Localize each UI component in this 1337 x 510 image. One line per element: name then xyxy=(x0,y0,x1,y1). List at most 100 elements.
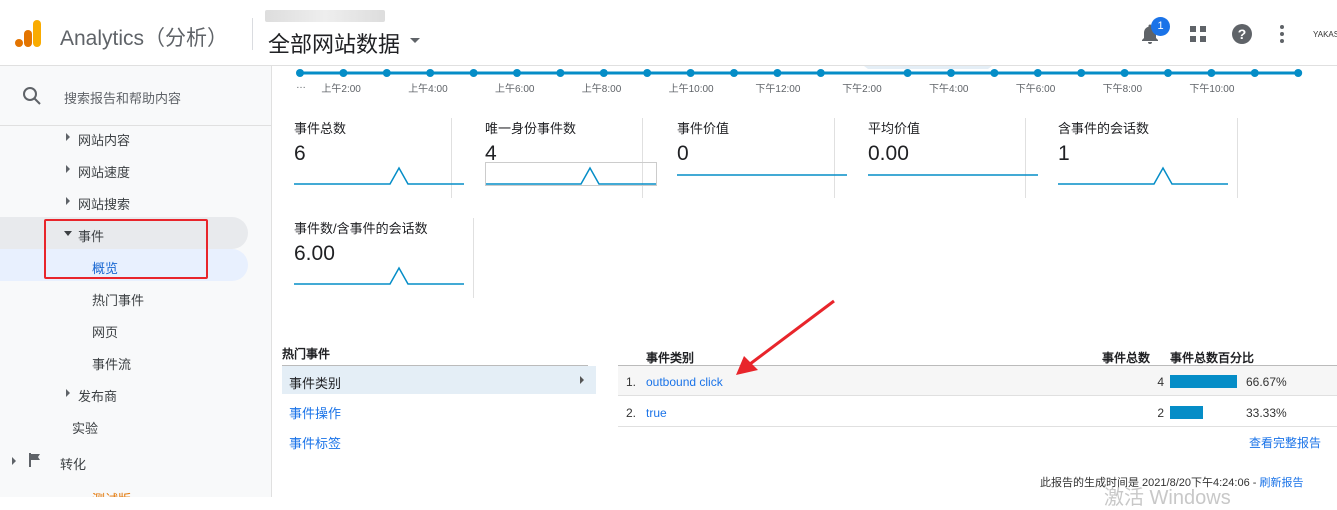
metric-total-events[interactable]: 事件总数 6 xyxy=(272,118,464,198)
sidebar-item-label: 网站速度 xyxy=(78,165,131,180)
row-number: 2. xyxy=(626,406,637,420)
timeline-tick-label: 下午10:00 xyxy=(1189,84,1235,95)
tab-label: 事件类别 xyxy=(289,376,342,391)
sidebar-item-label: 实验 xyxy=(72,421,99,436)
analytics-logo-icon xyxy=(15,20,41,47)
column-header-percent[interactable]: 事件总数百分比 xyxy=(1170,349,1254,366)
sidebar-search[interactable]: 搜索报告和帮助内容 xyxy=(0,66,271,126)
timeline-point[interactable] xyxy=(1250,69,1259,77)
refresh-report-link[interactable]: 刷新报告 xyxy=(1259,477,1303,489)
timeline-tick-label: 上午2:00 xyxy=(321,84,361,95)
timeline-point[interactable] xyxy=(730,69,738,77)
top-events-tab-action[interactable]: 事件操作 xyxy=(282,396,596,424)
view-full-report-link[interactable]: 查看完整报告 xyxy=(1249,434,1321,451)
metric-avg-value[interactable]: 平均价值 0.00 xyxy=(846,118,1038,198)
timeline-point[interactable] xyxy=(1120,69,1129,77)
timeline-point[interactable] xyxy=(556,69,565,77)
column-header-category[interactable]: 事件类别 xyxy=(646,349,694,366)
row-number: 1. xyxy=(626,375,637,389)
timeline-point[interactable] xyxy=(643,69,652,77)
timeline-point[interactable] xyxy=(1294,69,1303,77)
timeline-point[interactable] xyxy=(469,69,478,77)
sidebar-item-pages[interactable]: 网页 xyxy=(0,313,256,345)
main-content: … 上午2:00 上午4:00 上午6:00 上午8:00 上午10:00 下午12:00 下… xyxy=(272,66,1337,497)
generated-time: 此报告的生成时间是 2021/8/20下午4:24:06 - xyxy=(1040,477,1260,489)
account-name-blurred xyxy=(265,10,385,22)
view-selector[interactable]: 全部网站数据 xyxy=(268,27,400,59)
sidebar-item-beta[interactable]: 测试版 xyxy=(0,480,256,497)
metric-name: 含事件的会话数 xyxy=(1058,121,1150,136)
timeline-point[interactable] xyxy=(816,69,825,77)
percent-bar xyxy=(1170,375,1237,388)
flag-icon xyxy=(29,453,40,467)
table-row: 1. outbound click 4 66.67% xyxy=(618,366,1337,396)
sidebar-item-experiments[interactable]: 实验 xyxy=(0,409,256,441)
top-events-header: 热门事件 xyxy=(282,345,588,366)
event-percent: 33.33% xyxy=(1246,406,1287,420)
search-input[interactable]: 搜索报告和帮助内容 xyxy=(64,88,181,107)
timeline-point[interactable] xyxy=(426,69,435,77)
timeline-point[interactable] xyxy=(382,69,391,77)
sidebar-item-site-speed[interactable]: 网站速度 xyxy=(0,153,256,185)
timeline-tick-label: 上午4:00 xyxy=(408,84,448,95)
metric-name: 唯一身份事件数 xyxy=(485,121,577,136)
top-events-title: 热门事件 xyxy=(282,347,331,361)
event-category-link[interactable]: outbound click xyxy=(646,375,723,389)
table-header: 事件类别 事件总数 事件总数百分比 xyxy=(618,345,1337,366)
metric-unique-events[interactable]: 唯一身份事件数 4 xyxy=(463,118,657,198)
event-category-link[interactable]: true xyxy=(646,406,667,420)
app-title: Analytics（分析） xyxy=(60,27,229,50)
sidebar-item-label: 测试版 xyxy=(92,489,131,497)
timeline-point[interactable] xyxy=(947,69,955,77)
timeline-point[interactable] xyxy=(773,69,782,77)
metric-events-per-session[interactable]: 事件数/含事件的会话数 6.00 xyxy=(272,218,474,298)
search-icon xyxy=(23,87,41,105)
timeline-tick-label: 下午8:00 xyxy=(1102,84,1143,95)
metric-event-value[interactable]: 事件价值 0 xyxy=(655,118,847,198)
timeline-tick-label: 上午8:00 xyxy=(581,84,622,95)
timeline-chart xyxy=(296,66,1303,77)
metric-sparkline xyxy=(294,266,464,285)
timeline-tick-label: 下午4:00 xyxy=(929,84,969,95)
timeline-point[interactable] xyxy=(339,69,348,77)
timeline-point[interactable] xyxy=(686,69,695,77)
sidebar-item-label: 网站搜索 xyxy=(78,197,131,212)
svg-text:?: ? xyxy=(1238,26,1247,42)
sidebar-item-label: 网站内容 xyxy=(78,133,131,148)
sidebar-item-site-content[interactable]: 网站内容 xyxy=(0,121,256,153)
event-count: 2 xyxy=(1157,406,1164,420)
chevron-right-icon xyxy=(12,457,16,465)
timeline-tick-label: 上午10:00 xyxy=(668,84,714,95)
metric-sessions-with-event[interactable]: 含事件的会话数 1 xyxy=(1036,118,1238,198)
top-events-tab-category[interactable]: 事件类别 xyxy=(282,366,596,394)
metric-sparkline xyxy=(677,174,847,176)
sidebar-item-site-search[interactable]: 网站搜索 xyxy=(0,185,256,217)
sidebar-item-label: 转化 xyxy=(60,457,87,472)
timeline-point[interactable] xyxy=(599,69,608,77)
apps-grid-icon[interactable] xyxy=(1186,22,1210,46)
tab-label: 事件操作 xyxy=(289,406,342,421)
timeline-point[interactable] xyxy=(903,69,912,77)
event-count: 4 xyxy=(1157,375,1164,389)
sidebar-item-label: 网页 xyxy=(92,325,119,340)
chevron-right-icon xyxy=(580,376,584,384)
timeline-point[interactable] xyxy=(1207,69,1216,77)
timeline-point[interactable] xyxy=(513,69,521,77)
column-header-total[interactable]: 事件总数 xyxy=(1102,349,1150,366)
chevron-right-icon xyxy=(66,133,70,141)
sidebar-item-events-flow[interactable]: 事件流 xyxy=(0,345,256,377)
event-percent: 66.67% xyxy=(1246,375,1287,389)
timeline-point[interactable] xyxy=(990,69,999,77)
sidebar-item-top-events[interactable]: 热门事件 xyxy=(0,281,256,313)
caret-down-icon[interactable] xyxy=(410,38,420,43)
timeline-tick-label: 上午6:00 xyxy=(495,84,535,95)
help-icon[interactable]: ? xyxy=(1230,22,1254,46)
top-events-tab-label[interactable]: 事件标签 xyxy=(282,426,596,454)
timeline-point[interactable] xyxy=(1077,69,1086,77)
tab-label: 事件标签 xyxy=(289,436,342,451)
timeline-point[interactable] xyxy=(296,69,304,77)
sidebar-item-publisher[interactable]: 发布商 xyxy=(0,377,256,409)
timeline-point[interactable] xyxy=(1164,69,1172,77)
timeline-point[interactable] xyxy=(1033,69,1042,77)
more-vert-icon[interactable] xyxy=(1270,22,1294,46)
